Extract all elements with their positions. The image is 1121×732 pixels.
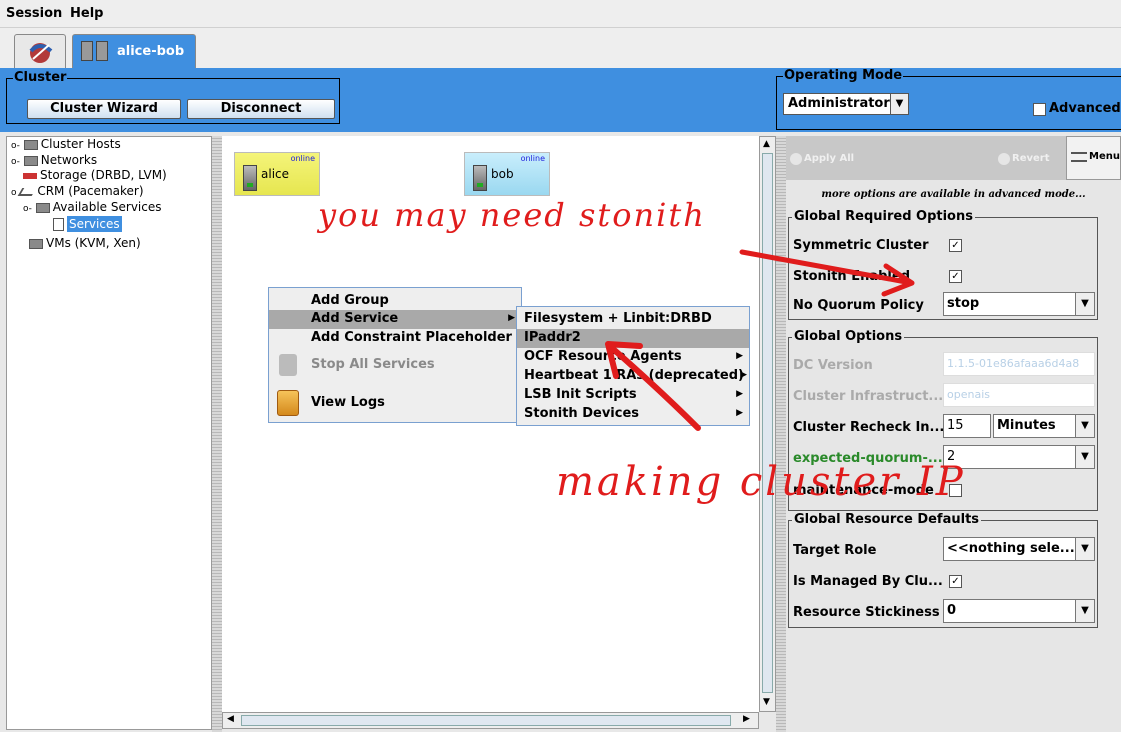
annotation-arrows <box>605 249 915 431</box>
